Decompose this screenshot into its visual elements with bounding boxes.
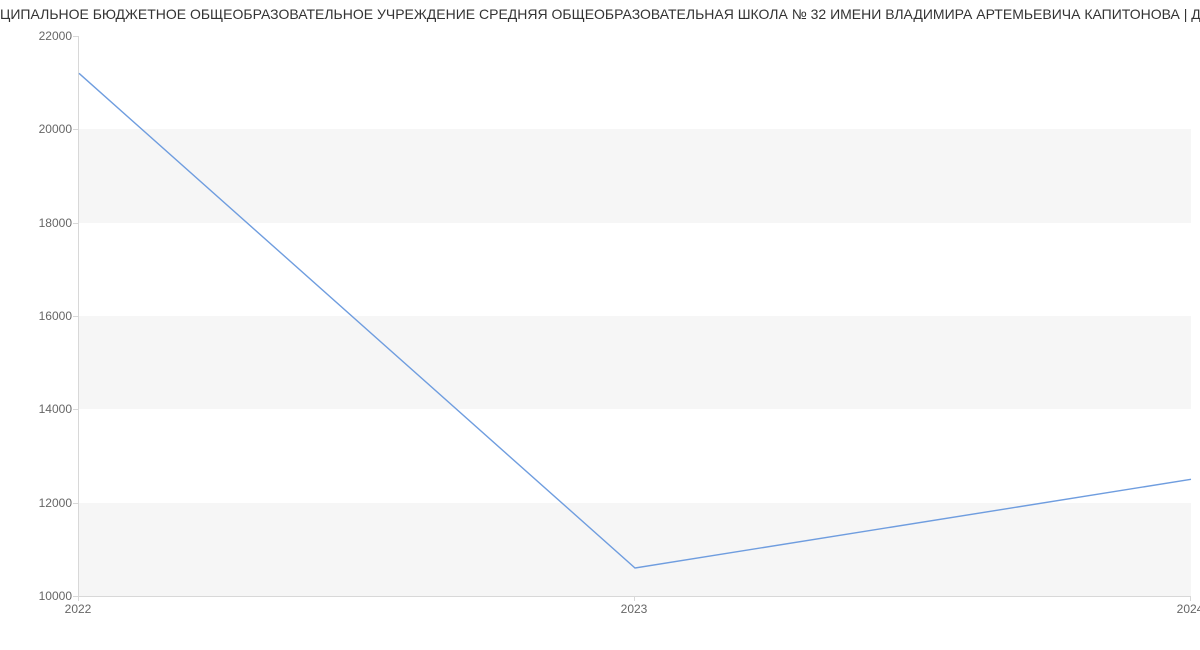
y-tick-label: 20000: [12, 122, 72, 136]
y-tick-label: 14000: [12, 402, 72, 416]
x-tick-mark: [1190, 596, 1191, 601]
y-tick-mark: [73, 36, 78, 37]
line-layer: [79, 36, 1191, 596]
y-tick-mark: [73, 129, 78, 130]
y-tick-label: 12000: [12, 496, 72, 510]
x-tick-label: 2024: [1177, 602, 1200, 616]
x-tick-label: 2023: [621, 602, 648, 616]
y-tick-mark: [73, 409, 78, 410]
y-tick-label: 18000: [12, 216, 72, 230]
x-tick-mark: [634, 596, 635, 601]
y-tick-label: 22000: [12, 29, 72, 43]
y-tick-mark: [73, 316, 78, 317]
y-tick-mark: [73, 503, 78, 504]
x-tick-mark: [78, 596, 79, 601]
plot-area: [78, 36, 1191, 597]
series-line: [79, 73, 1191, 568]
x-tick-label: 2022: [65, 602, 92, 616]
chart-title: ЦИПАЛЬНОЕ БЮДЖЕТНОЕ ОБЩЕОБРАЗОВАТЕЛЬНОЕ …: [0, 0, 1200, 22]
y-tick-mark: [73, 223, 78, 224]
chart-container: 10000 12000 14000 16000 18000 20000 22000 2022 2…: [0, 26, 1200, 646]
y-tick-label: 10000: [12, 589, 72, 603]
y-tick-label: 16000: [12, 309, 72, 323]
